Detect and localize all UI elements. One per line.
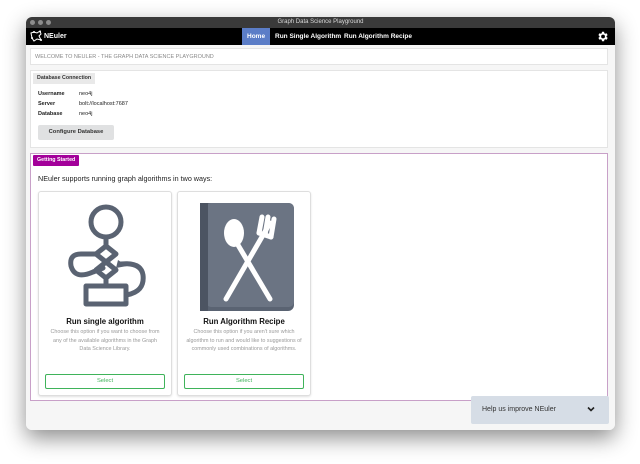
database-label: Database bbox=[38, 111, 63, 117]
neuler-logo-icon bbox=[30, 30, 42, 42]
window-title: Graph Data Science Playground bbox=[277, 19, 364, 25]
card-title: Run Algorithm Recipe bbox=[203, 317, 285, 326]
database-connection-header: Database Connection bbox=[33, 73, 96, 84]
server-label: Server bbox=[38, 101, 56, 107]
configure-database-button[interactable]: Configure Database bbox=[38, 125, 114, 140]
minimize-window-button[interactable] bbox=[38, 20, 43, 25]
recipe-book-icon bbox=[200, 203, 294, 311]
top-navbar: NEuler Home Run Single Algorithm Run Alg… bbox=[26, 28, 615, 45]
maximize-window-button[interactable] bbox=[46, 20, 51, 25]
nav-home[interactable]: Home bbox=[242, 28, 271, 45]
select-algorithm-recipe-button[interactable]: Select bbox=[184, 374, 304, 389]
main-content: WELCOME TO NEULER - THE GRAPH DATA SCIEN… bbox=[26, 45, 615, 430]
chevron-down-icon[interactable] bbox=[586, 404, 596, 414]
database-connection-panel: Database Connection Username neo4j Serve… bbox=[30, 70, 608, 148]
run-single-algorithm-card: Run single algorithm Choose this option … bbox=[38, 191, 172, 396]
app-window: Graph Data Science Playground NEuler Hom… bbox=[26, 17, 615, 430]
flowchart-icon bbox=[68, 204, 146, 307]
database-value: neo4j bbox=[79, 111, 93, 117]
card-description: Choose this option if you want to choose… bbox=[50, 329, 160, 352]
gear-icon[interactable] bbox=[596, 30, 609, 43]
getting-started-intro: NEuler supports running graph algorithms… bbox=[38, 174, 213, 183]
help-improve-widget[interactable]: Help us improve NEuler bbox=[471, 396, 609, 424]
run-algorithm-recipe-card: Run Algorithm Recipe Choose this option … bbox=[177, 191, 311, 396]
nav-run-algorithm-recipe[interactable]: Run Algorithm Recipe bbox=[339, 28, 417, 45]
username-value: neo4j bbox=[79, 91, 93, 97]
brand-name[interactable]: NEuler bbox=[44, 28, 67, 45]
close-window-button[interactable] bbox=[30, 20, 35, 25]
nav-run-single-algorithm[interactable]: Run Single Algorithm bbox=[270, 28, 346, 45]
help-improve-label: Help us improve NEuler bbox=[482, 406, 556, 413]
getting-started-header: Getting Started bbox=[33, 155, 80, 166]
card-description: Choose this option if you aren't sure wh… bbox=[186, 329, 302, 352]
server-value: bolt://localhost:7687 bbox=[79, 101, 128, 107]
window-titlebar: Graph Data Science Playground bbox=[26, 17, 615, 28]
getting-started-panel: Getting Started NEuler supports running … bbox=[30, 153, 608, 401]
welcome-banner: WELCOME TO NEULER - THE GRAPH DATA SCIEN… bbox=[30, 48, 608, 65]
username-label: Username bbox=[38, 91, 65, 97]
select-single-algorithm-button[interactable]: Select bbox=[45, 374, 165, 389]
card-title: Run single algorithm bbox=[66, 317, 144, 326]
